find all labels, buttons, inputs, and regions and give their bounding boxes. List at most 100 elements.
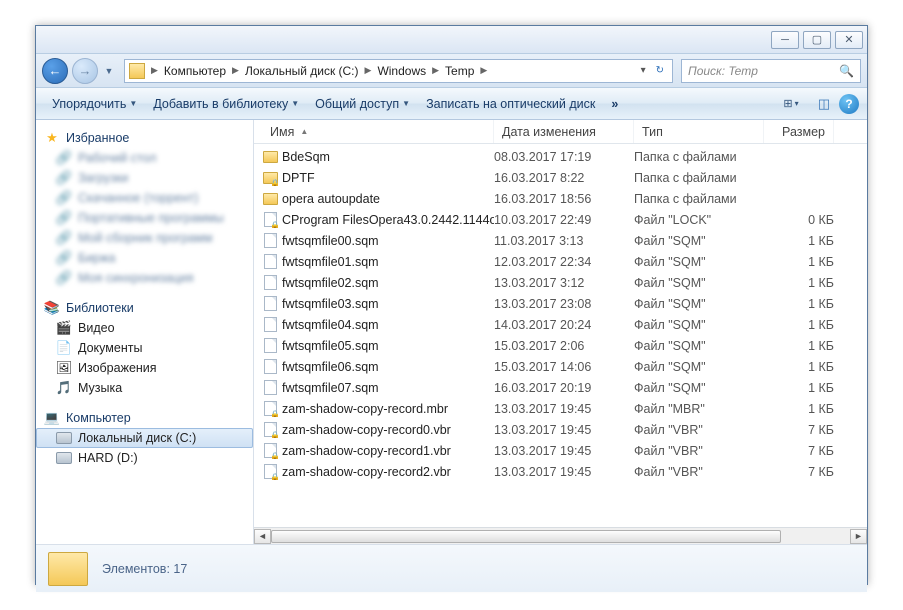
minimize-button[interactable]: ─ — [771, 31, 799, 49]
file-size: 1 КБ — [764, 297, 834, 311]
help-button[interactable]: ? — [839, 94, 859, 114]
file-rows: BdeSqm08.03.2017 17:19Папка с файламиDPT… — [254, 144, 867, 527]
col-type[interactable]: Тип — [634, 120, 764, 143]
file-icon — [262, 380, 278, 396]
file-date: 13.03.2017 23:08 — [494, 297, 634, 311]
file-row[interactable]: fwtsqmfile05.sqm15.03.2017 2:06Файл "SQM… — [254, 335, 867, 356]
scroll-left-button[interactable]: ◄ — [254, 529, 271, 544]
file-row[interactable]: fwtsqmfile01.sqm12.03.2017 22:34Файл "SQ… — [254, 251, 867, 272]
chevron-right-icon[interactable]: ▶ — [430, 65, 441, 76]
sidebar-favorite-item[interactable]: 🔗Загрузки — [36, 168, 253, 188]
file-row[interactable]: fwtsqmfile02.sqm13.03.2017 3:12Файл "SQM… — [254, 272, 867, 293]
share-button[interactable]: Общий доступ▼ — [307, 88, 418, 119]
library-item-icon: 🖼 — [56, 360, 72, 376]
forward-button[interactable]: → — [72, 58, 98, 84]
file-name: fwtsqmfile02.sqm — [282, 276, 379, 290]
col-date[interactable]: Дата изменения — [494, 120, 634, 143]
file-icon — [262, 422, 278, 438]
sidebar-drive-item[interactable]: Локальный диск (C:) — [36, 428, 253, 448]
view-options-button[interactable]: ⊞ ▾ — [773, 93, 809, 115]
file-icon — [262, 233, 278, 249]
file-name: zam-shadow-copy-record1.vbr — [282, 444, 451, 458]
link-icon: 🔗 — [56, 170, 72, 186]
file-name: fwtsqmfile06.sqm — [282, 360, 379, 374]
sidebar-favorite-item[interactable]: 🔗Мой сборник программ — [36, 228, 253, 248]
search-icon: 🔍 — [839, 64, 854, 78]
sidebar-favorite-item[interactable]: 🔗Портативные программы — [36, 208, 253, 228]
file-date: 13.03.2017 3:12 — [494, 276, 634, 290]
chevron-right-icon[interactable]: ▶ — [230, 65, 241, 76]
file-row[interactable]: fwtsqmfile06.sqm15.03.2017 14:06Файл "SQ… — [254, 356, 867, 377]
close-button[interactable]: ✕ — [835, 31, 863, 49]
toolbar-overflow[interactable]: » — [603, 88, 626, 119]
file-name: opera autoupdate — [282, 192, 380, 206]
chevron-right-icon[interactable]: ▶ — [149, 65, 160, 76]
maximize-button[interactable]: ▢ — [803, 31, 831, 49]
col-name[interactable]: Имя — [262, 120, 494, 143]
sidebar-drive-item[interactable]: HARD (D:) — [36, 448, 253, 468]
titlebar: ─ ▢ ✕ — [36, 26, 867, 54]
history-dropdown[interactable]: ▼ — [102, 61, 116, 81]
library-item-icon: 🎵 — [56, 380, 72, 396]
file-row[interactable]: fwtsqmfile07.sqm16.03.2017 20:19Файл "SQ… — [254, 377, 867, 398]
crumb-drive-c[interactable]: Локальный диск (C:) — [241, 60, 363, 82]
scroll-thumb[interactable] — [271, 530, 781, 543]
file-row[interactable]: zam-shadow-copy-record.mbr13.03.2017 19:… — [254, 398, 867, 419]
sidebar-library-item[interactable]: 🎬Видео — [36, 318, 253, 338]
file-list-area: Имя Дата изменения Тип Размер BdeSqm08.0… — [254, 120, 867, 544]
address-dropdown[interactable]: ▾ — [637, 63, 650, 78]
address-bar[interactable]: ▶ Компьютер ▶ Локальный диск (C:) ▶ Wind… — [124, 59, 673, 83]
file-row[interactable]: zam-shadow-copy-record0.vbr13.03.2017 19… — [254, 419, 867, 440]
file-name: zam-shadow-copy-record0.vbr — [282, 423, 451, 437]
link-icon: 🔗 — [56, 270, 72, 286]
file-name: fwtsqmfile01.sqm — [282, 255, 379, 269]
file-row[interactable]: zam-shadow-copy-record1.vbr13.03.2017 19… — [254, 440, 867, 461]
chevron-right-icon[interactable]: ▶ — [478, 65, 489, 76]
horizontal-scrollbar[interactable]: ◄ ► — [254, 527, 867, 544]
sidebar-favorite-item[interactable]: 🔗Биржа — [36, 248, 253, 268]
file-name: BdeSqm — [282, 150, 330, 164]
computer-header[interactable]: 💻Компьютер — [36, 408, 253, 428]
burn-button[interactable]: Записать на оптический диск — [418, 88, 603, 119]
back-button[interactable]: ← — [42, 58, 68, 84]
file-name: fwtsqmfile07.sqm — [282, 381, 379, 395]
link-icon: 🔗 — [56, 190, 72, 206]
search-input[interactable]: Поиск: Temp 🔍 — [681, 59, 861, 83]
preview-pane-button[interactable]: ◫ — [813, 93, 835, 115]
file-row[interactable]: DPTF16.03.2017 8:22Папка с файлами — [254, 167, 867, 188]
favorites-header[interactable]: ★Избранное — [36, 128, 253, 148]
sidebar-library-item[interactable]: 🎵Музыка — [36, 378, 253, 398]
scroll-track[interactable] — [271, 529, 850, 544]
sidebar-favorite-item[interactable]: 🔗Моя синхронизация — [36, 268, 253, 288]
file-type: Папка с файлами — [634, 171, 764, 185]
content-body: ★Избранное 🔗Рабочий стол🔗Загрузки🔗Скачан… — [36, 120, 867, 544]
item-count: Элементов: 17 — [102, 562, 187, 576]
file-icon — [262, 296, 278, 312]
file-row[interactable]: opera autoupdate16.03.2017 18:56Папка с … — [254, 188, 867, 209]
refresh-button[interactable]: ↻ — [652, 63, 668, 78]
file-row[interactable]: fwtsqmfile03.sqm13.03.2017 23:08Файл "SQ… — [254, 293, 867, 314]
sidebar-favorite-item[interactable]: 🔗Рабочий стол — [36, 148, 253, 168]
sidebar-library-item[interactable]: 🖼Изображения — [36, 358, 253, 378]
file-type: Файл "VBR" — [634, 423, 764, 437]
file-row[interactable]: zam-shadow-copy-record2.vbr13.03.2017 19… — [254, 461, 867, 482]
organize-button[interactable]: Упорядочить▼ — [44, 88, 145, 119]
col-size[interactable]: Размер — [764, 120, 834, 143]
search-placeholder: Поиск: Temp — [688, 64, 758, 78]
crumb-windows[interactable]: Windows — [373, 60, 430, 82]
sidebar-favorite-item[interactable]: 🔗Скачанное (торрент) — [36, 188, 253, 208]
file-date: 10.03.2017 22:49 — [494, 213, 634, 227]
libraries-header[interactable]: 📚Библиотеки — [36, 298, 253, 318]
file-row[interactable]: fwtsqmfile04.sqm14.03.2017 20:24Файл "SQ… — [254, 314, 867, 335]
crumb-temp[interactable]: Temp — [441, 60, 478, 82]
file-date: 13.03.2017 19:45 — [494, 465, 634, 479]
file-row[interactable]: BdeSqm08.03.2017 17:19Папка с файлами — [254, 146, 867, 167]
add-to-library-button[interactable]: Добавить в библиотеку▼ — [145, 88, 307, 119]
chevron-right-icon[interactable]: ▶ — [363, 65, 374, 76]
scroll-right-button[interactable]: ► — [850, 529, 867, 544]
sidebar-library-item[interactable]: 📄Документы — [36, 338, 253, 358]
file-row[interactable]: fwtsqmfile00.sqm11.03.2017 3:13Файл "SQM… — [254, 230, 867, 251]
computer-icon: 💻 — [44, 410, 60, 426]
file-row[interactable]: CProgram FilesOpera43.0.2442.1144opera..… — [254, 209, 867, 230]
crumb-computer[interactable]: Компьютер — [160, 60, 230, 82]
